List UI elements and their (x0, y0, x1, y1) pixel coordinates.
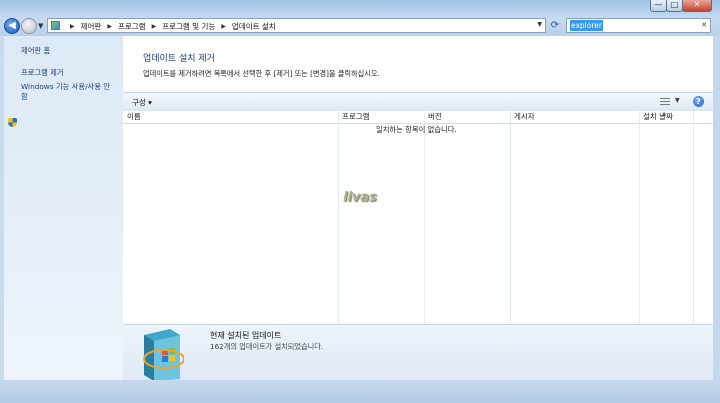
chevron-right-icon[interactable]: ▶ (107, 23, 112, 30)
maximize-button[interactable]: □ (666, 0, 683, 12)
command-bar: 구성 ▾ ▼ ? (123, 92, 713, 112)
column-divider[interactable] (338, 111, 339, 324)
organize-menu-button[interactable]: 구성 ▾ (132, 97, 152, 108)
breadcrumb-programs[interactable]: 프로그램 (118, 21, 146, 32)
column-divider[interactable] (639, 111, 640, 324)
breadcrumb-installed-updates[interactable]: 업데이트 설치 (232, 21, 276, 32)
help-icon[interactable]: ? (693, 96, 704, 107)
sidebar-item-label: Windows 기능 사용/사용 안 (21, 82, 110, 91)
watermark: livas (343, 190, 377, 205)
shield-icon (8, 118, 17, 127)
clear-search-icon[interactable]: ✕ (701, 20, 707, 31)
column-divider[interactable] (510, 111, 511, 324)
column-header-publisher[interactable]: 게시자 (510, 111, 639, 123)
breadcrumb: ▶ 제어판 ▶ 프로그램 ▶ 프로그램 및 기능 ▶ 업데이트 설치 (64, 20, 276, 32)
breadcrumb-programs-features[interactable]: 프로그램 및 기능 (162, 21, 215, 32)
recent-pages-dropdown-icon[interactable]: ▼ (38, 22, 43, 30)
page-description: 업데이트를 제거하려면 목록에서 선택한 후 [제거] 또는 [변경]을 클릭하… (143, 69, 380, 78)
empty-list-message: 일치하는 항목이 없습니다. (376, 125, 457, 134)
table-header: 이름 프로그램 버전 게시자 ▲ 설치 날짜 (123, 111, 713, 124)
navigation-bar: ◀ ▼ ▶ 제어판 ▶ 프로그램 ▶ 프로그램 및 기능 ▶ 업데이트 설치 ▼… (0, 17, 720, 36)
page-title: 업데이트 설치 제거 (143, 54, 215, 64)
title-bar[interactable]: — □ ✕ (0, 0, 720, 17)
column-divider[interactable] (693, 111, 694, 324)
column-header-program[interactable]: 프로그램 (338, 111, 424, 123)
details-pane: 현재 설치된 업데이트 162개의 업데이트가 설치되었습니다. (123, 324, 713, 381)
sidebar: 제어판 홈 프로그램 제거 Windows 기능 사용/사용 안 함 (4, 36, 123, 380)
sidebar-item-control-panel-home[interactable]: 제어판 홈 (21, 46, 50, 56)
back-button[interactable]: ◀ (4, 18, 20, 34)
windows-update-box-icon (143, 329, 184, 381)
column-header-name[interactable]: 이름 (123, 111, 338, 123)
details-subtitle: 162개의 업데이트가 설치되었습니다. (210, 342, 324, 351)
window-frame-right (713, 36, 720, 380)
refresh-button[interactable]: ⟳ (548, 18, 562, 33)
view-options-dropdown-icon[interactable]: ▼ (675, 97, 680, 104)
control-panel-window: — □ ✕ ◀ ▼ ▶ 제어판 ▶ 프로그램 ▶ 프로그램 및 기능 ▶ 업데이… (0, 0, 720, 403)
sidebar-item-uninstall-program[interactable]: 프로그램 제거 (21, 68, 64, 78)
sidebar-item-windows-features[interactable]: Windows 기능 사용/사용 안 함 (21, 82, 110, 102)
minimize-button[interactable]: — (650, 0, 667, 12)
search-input[interactable]: explorer ✕ (566, 18, 711, 33)
column-header-version[interactable]: 버전 (424, 111, 510, 123)
breadcrumb-control-panel[interactable]: 제어판 (81, 21, 102, 32)
forward-button[interactable] (21, 18, 37, 34)
control-panel-icon (51, 21, 60, 30)
chevron-right-icon[interactable]: ▶ (221, 23, 226, 30)
back-arrow-icon: ◀ (8, 20, 16, 31)
search-query[interactable]: explorer (570, 20, 603, 31)
chevron-right-icon[interactable]: ▶ (152, 23, 157, 30)
window-frame-bottom (0, 380, 720, 403)
close-button[interactable]: ✕ (682, 0, 712, 12)
view-options-icon[interactable] (660, 98, 670, 106)
column-header-install-date[interactable]: ▲ 설치 날짜 (639, 111, 693, 123)
details-title: 현재 설치된 업데이트 (210, 331, 282, 340)
sort-indicator-icon: ▲ (662, 111, 666, 117)
chevron-right-icon[interactable]: ▶ (70, 23, 75, 30)
sidebar-item-label-continued: 함 (21, 92, 28, 101)
main-content: 업데이트 설치 제거 업데이트를 제거하려면 목록에서 선택한 후 [제거] 또… (123, 36, 713, 381)
column-divider[interactable] (424, 111, 425, 324)
address-history-dropdown-icon[interactable]: ▼ (537, 21, 542, 28)
refresh-icon: ⟳ (550, 20, 560, 31)
address-bar[interactable]: ▶ 제어판 ▶ 프로그램 ▶ 프로그램 및 기능 ▶ 업데이트 설치 ▼ (47, 18, 546, 33)
